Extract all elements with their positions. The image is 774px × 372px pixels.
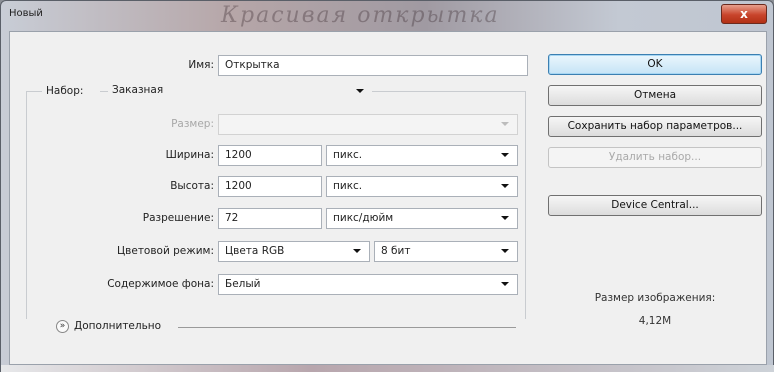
height-unit-select[interactable]: пикс. — [326, 176, 518, 197]
ok-button[interactable]: OK — [548, 54, 762, 75]
height-unit-value: пикс. — [333, 180, 363, 192]
save-preset-button[interactable]: Сохранить набор параметров... — [548, 116, 762, 137]
image-size-label: Размер изображения: — [594, 292, 716, 304]
delete-preset-button: Удалить набор... — [548, 147, 762, 168]
bit-depth-select[interactable]: 8 бит — [374, 241, 518, 262]
chevron-down-icon — [501, 249, 509, 253]
height-input[interactable]: 1200 — [218, 176, 322, 197]
color-mode-label: Цветовой режим: — [117, 245, 214, 257]
chevron-down-icon — [356, 89, 364, 93]
new-document-dialog: Новый Красивая открытка x Имя: Открытка … — [0, 0, 774, 372]
bit-depth-value: 8 бит — [381, 245, 411, 257]
width-unit-value: пикс. — [333, 149, 363, 161]
advanced-label[interactable]: Дополнительно — [74, 320, 161, 332]
color-mode-value: Цвета RGB — [225, 245, 285, 257]
device-central-button[interactable]: Device Central... — [548, 195, 762, 216]
cancel-button[interactable]: Отмена — [548, 85, 762, 106]
background-value: Белый — [225, 278, 261, 290]
resolution-unit-select[interactable]: пикс/дюйм — [326, 208, 518, 229]
dialog-body: Имя: Открытка Набор: Заказная Размер: Ши… — [9, 31, 767, 365]
image-size-value: 4,12M — [638, 315, 672, 327]
name-input[interactable]: Открытка — [218, 55, 528, 76]
resolution-label: Разрешение: — [142, 212, 214, 224]
width-label: Ширина: — [165, 149, 214, 161]
title-bar[interactable]: Новый Красивая открытка x — [1, 1, 773, 29]
height-label: Высота: — [170, 180, 214, 192]
window-title: Новый — [9, 8, 43, 19]
size-label: Размер: — [171, 118, 214, 130]
advanced-toggle-icon[interactable]: » — [56, 320, 69, 333]
name-label: Имя: — [188, 59, 214, 71]
background-label: Содержимое фона: — [107, 278, 214, 290]
window-bottom-edge — [1, 365, 774, 372]
preset-select[interactable]: Заказная — [108, 82, 372, 102]
chevron-down-icon — [501, 184, 509, 188]
chevron-down-icon — [353, 249, 361, 253]
background-select[interactable]: Белый — [218, 274, 518, 295]
width-unit-select[interactable]: пикс. — [326, 145, 518, 166]
advanced-divider — [178, 327, 516, 328]
width-input[interactable]: 1200 — [218, 145, 322, 166]
chevron-down-icon — [501, 122, 509, 126]
color-mode-select[interactable]: Цвета RGB — [218, 241, 370, 262]
close-button[interactable]: x — [721, 4, 767, 24]
preset-label: Набор: — [42, 85, 100, 97]
chevron-down-icon — [501, 216, 509, 220]
preset-value: Заказная — [112, 84, 164, 96]
resolution-unit-value: пикс/дюйм — [333, 212, 394, 224]
chevron-down-icon — [501, 282, 509, 286]
resolution-input[interactable]: 72 — [218, 208, 322, 229]
chevron-down-icon — [501, 153, 509, 157]
title-decoration: Красивая открытка — [221, 3, 500, 28]
size-select — [218, 114, 518, 135]
